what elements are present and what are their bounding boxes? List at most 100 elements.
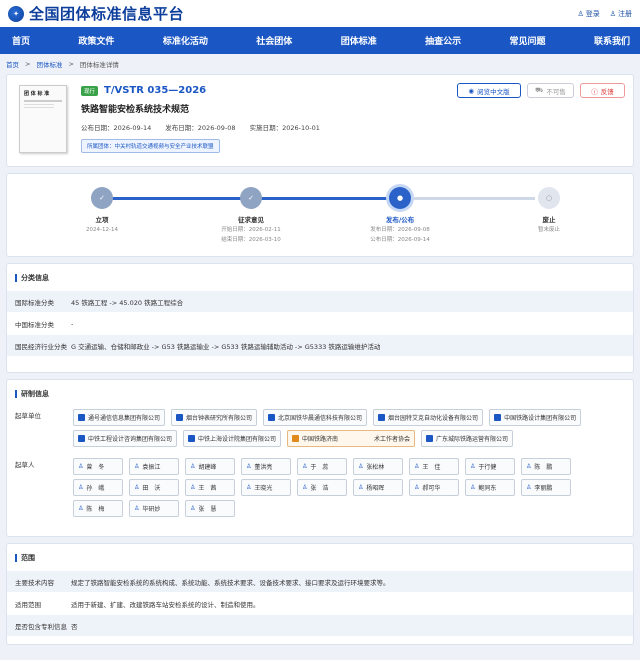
person-icon: ♙ xyxy=(470,463,476,470)
drafter-chip[interactable]: ♙ 陈 鹏 xyxy=(521,458,571,475)
drafter-chip[interactable]: ♙ 孙 峨 xyxy=(73,479,123,496)
timeline-step-published: ● 发布/公布 发布日期：2026-09-08 公布日期：2026-09-14 xyxy=(355,187,445,244)
person-icon: ♙ xyxy=(358,484,364,491)
person-icon: ♙ xyxy=(134,463,140,470)
register-link[interactable]: ♙ 注册 xyxy=(610,9,632,19)
drafting-unit-chip[interactable]: 烟台园特艾克自动化设备有限公司 xyxy=(373,409,484,426)
building-icon xyxy=(378,414,386,421)
scope-row: 适用范围 适用于新建、扩建、改建铁路车站安检系统的设计、制造和使用。 xyxy=(7,592,633,614)
standard-header-card: 团 体 标 准 现行 T/VSTR 035—2026 铁路智能安检系统技术规范 … xyxy=(6,74,634,167)
breadcrumb-standards[interactable]: 团体标准 xyxy=(36,59,62,69)
nav-organizations[interactable]: 社会团体 xyxy=(256,34,292,47)
person-icon: ♙ xyxy=(78,505,84,512)
pending-step-icon: ○ xyxy=(538,187,560,209)
breadcrumb-current: 团体标准详情 xyxy=(79,61,119,69)
user-icon: ♙ xyxy=(577,9,584,18)
standard-cover-thumbnail[interactable]: 团 体 标 准 xyxy=(19,85,67,153)
drafter-chip[interactable]: ♙ 毕研妙 xyxy=(129,500,179,517)
drafter-chip[interactable]: ♙ 杨昭晖 xyxy=(353,479,403,496)
status-badge: 现行 xyxy=(81,85,99,96)
building-icon xyxy=(78,435,85,442)
person-icon: ♙ xyxy=(190,484,196,491)
nav-inspection[interactable]: 抽查公示 xyxy=(425,34,461,47)
building-icon xyxy=(494,414,502,421)
drafting-unit-chip[interactable]: 中铁工程设计咨询集团有限公司 xyxy=(73,430,178,447)
alert-icon: ⓘ xyxy=(591,87,598,96)
classification-row: 国民经济行业分类 G 交通运输、仓储和邮政业 -> G53 铁路运输业 -> G… xyxy=(7,334,633,356)
implementation-date: 实施日期：2026-10-01 xyxy=(249,124,320,132)
nav-faq[interactable]: 常见问题 xyxy=(510,34,546,47)
person-icon: ♙ xyxy=(526,463,532,470)
nav-contact[interactable]: 联系我们 xyxy=(594,34,630,47)
main-nav: 首页 政策文件 标准化活动 社会团体 团体标准 抽查公示 常见问题 联系我们 xyxy=(0,27,640,54)
building-icon xyxy=(176,414,184,421)
breadcrumb-home[interactable]: 首页 xyxy=(6,59,19,69)
drafter-chip[interactable]: ♙ 袁振江 xyxy=(129,458,179,475)
timeline-step-project: ✓ 立项 2024-12-14 xyxy=(57,187,147,234)
person-icon: ♙ xyxy=(246,484,252,491)
publish-notice-date: 公布日期：2026-09-14 xyxy=(81,124,152,132)
drafter-chip[interactable]: ♙ 于行健 xyxy=(465,458,515,475)
timeline-step-abolished: ○ 废止 暂未废止 xyxy=(504,187,594,234)
drafter-chip[interactable]: ♙ 王 佳 xyxy=(409,458,459,475)
section-title: 范围 xyxy=(7,544,633,570)
read-chinese-button[interactable]: ◉ 阅览中文版 xyxy=(457,83,521,98)
drafting-units-row: 起草单位 通号通信信息集团有限公司 烟台钟表研究所有限公司 北京国铁华晨通信科技有限… xyxy=(7,406,633,449)
drafting-unit-chip[interactable]: 北京国铁华晨通信科技有限公司 xyxy=(263,409,368,426)
organization-tag[interactable]: 所属团体：中关村轨道交通视频与安全产业技术联盟 xyxy=(81,139,220,153)
drafting-unit-chip[interactable]: 中国铁路设计集团有限公司 xyxy=(489,409,582,426)
person-icon: ♙ xyxy=(358,463,364,470)
login-link[interactable]: ♙ 登录 xyxy=(577,9,599,19)
drafter-chip[interactable]: ♙ 于 蕊 xyxy=(297,458,347,475)
drafter-chip[interactable]: ♙ 董洪亮 xyxy=(241,458,291,475)
drafting-unit-chip[interactable]: 中国铁路济南 术工作者协会 xyxy=(287,430,416,447)
drafter-chip[interactable]: ♙ 王 茜 xyxy=(185,479,235,496)
drafter-chip[interactable]: ♙ 张 慧 xyxy=(185,500,235,517)
person-icon: ♙ xyxy=(414,463,420,470)
drafting-unit-chip[interactable]: 中铁上海设计院集团有限公司 xyxy=(183,430,282,447)
drafter-chip[interactable]: ♙ 曾 冬 xyxy=(73,458,123,475)
scope-row: 是否包含专利信息 否 xyxy=(7,614,633,636)
nav-policy[interactable]: 政策文件 xyxy=(78,34,114,47)
drafter-chip[interactable]: ♙ 张松林 xyxy=(353,458,403,475)
chevron-right-icon: > xyxy=(25,60,31,68)
drafter-chip[interactable]: ♙ 张 浩 xyxy=(297,479,347,496)
drafting-unit-chip[interactable]: 烟台钟表研究所有限公司 xyxy=(171,409,258,426)
person-icon: ♙ xyxy=(78,463,84,470)
section-title: 研制信息 xyxy=(7,380,633,406)
drafter-chip[interactable]: ♙ 王晓光 xyxy=(241,479,291,496)
standard-code: T/VSTR 035—2026 xyxy=(104,85,207,96)
user-add-icon: ♙ xyxy=(609,9,616,18)
building-icon xyxy=(268,414,276,421)
building-icon xyxy=(188,435,196,442)
person-icon: ♙ xyxy=(302,484,308,491)
current-step-icon: ● xyxy=(389,187,411,209)
lifecycle-timeline: ✓ 立项 2024-12-14 ✓ 征求意见 开始日期：2026-02-11 结… xyxy=(6,173,634,257)
nav-standards[interactable]: 团体标准 xyxy=(341,34,377,47)
drafters-row: 起草人 ♙ 曾 冬 ♙ 袁振江 ♙ 胡建峰 ♙ 董洪亮 ♙ 于 蕊 ♙ 张松林 ♙ 王 佳 ♙ 于行健 ♙ 陈 鹏… xyxy=(7,455,633,519)
person-icon: ♙ xyxy=(134,505,140,512)
person-icon: ♙ xyxy=(302,463,308,470)
drafting-unit-chip[interactable]: 广东城际铁路运营有限公司 xyxy=(421,430,514,447)
feedback-button[interactable]: ⓘ 反馈 xyxy=(580,83,625,98)
not-for-sale-button[interactable]: ⛟ 不可售 xyxy=(527,83,574,98)
person-icon: ♙ xyxy=(526,484,532,491)
drafter-chip[interactable]: ♙ 李丽鹏 xyxy=(521,479,571,496)
building-icon xyxy=(426,435,434,442)
nav-home[interactable]: 首页 xyxy=(12,34,30,47)
person-icon: ♙ xyxy=(414,484,420,491)
nav-activities[interactable]: 标准化活动 xyxy=(163,34,208,47)
drafter-chip[interactable]: ♙ 胡建峰 xyxy=(185,458,235,475)
breadcrumb: 首页 > 团体标准 > 团体标准详情 xyxy=(0,54,640,74)
warning-icon xyxy=(292,435,300,442)
check-icon: ✓ xyxy=(240,187,262,209)
drafting-section: 研制信息 起草单位 通号通信信息集团有限公司 烟台钟表研究所有限公司 北京国铁华晨通… xyxy=(6,379,634,537)
drafter-chip[interactable]: ♙ 陈 梅 xyxy=(73,500,123,517)
brand[interactable]: ✦ 全国团体标准信息平台 xyxy=(8,3,184,24)
drafter-chip[interactable]: ♙ 田 沃 xyxy=(129,479,179,496)
drafting-unit-chip[interactable]: 通号通信信息集团有限公司 xyxy=(73,409,166,426)
drafter-chip[interactable]: ♙ 郝可华 xyxy=(409,479,459,496)
drafter-chip[interactable]: ♙ 鲍同东 xyxy=(465,479,515,496)
section-title: 分类信息 xyxy=(7,264,633,290)
cart-icon: ⛟ xyxy=(535,86,544,94)
